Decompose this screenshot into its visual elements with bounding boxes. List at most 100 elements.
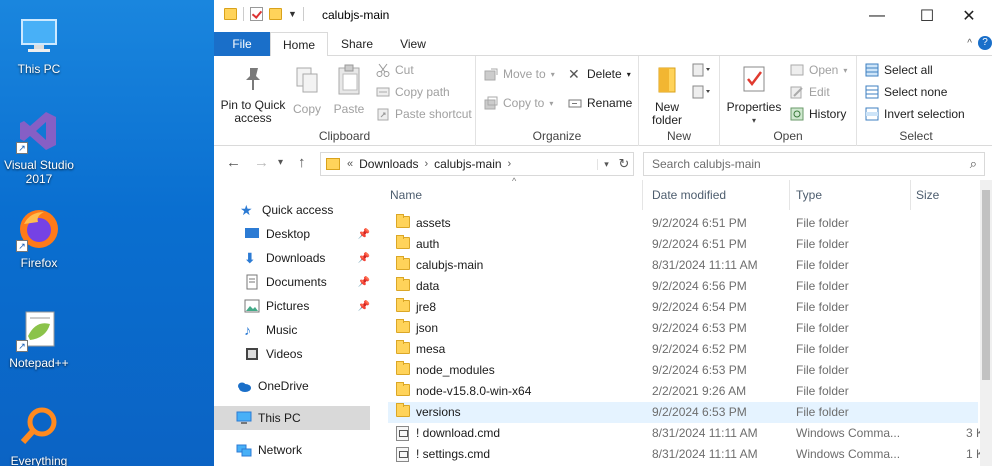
- help-icon[interactable]: ?: [978, 36, 992, 50]
- overflow-chevron[interactable]: «: [347, 158, 353, 170]
- file-row-folder[interactable]: jre8 9/2/2024 6:54 PM File folder: [388, 297, 978, 318]
- dropdown-arrow-icon: ▾: [550, 69, 555, 79]
- properties-check-icon[interactable]: [250, 7, 263, 21]
- file-row-cmd[interactable]: ! settings.cmd 8/31/2024 11:11 AM Windows …: [388, 444, 992, 465]
- recent-locations-chevron-icon[interactable]: ▾: [278, 157, 283, 168]
- file-row-folder[interactable]: json 9/2/2024 6:53 PM File folder: [388, 318, 978, 339]
- address-history-dropdown-icon[interactable]: ▾: [597, 158, 615, 170]
- copy-path-button[interactable]: Copy path: [376, 85, 450, 99]
- file-row-folder[interactable]: auth 9/2/2024 6:51 PM File folder: [388, 234, 978, 255]
- tab-file[interactable]: File: [214, 32, 270, 56]
- desktop-icon-this-pc[interactable]: This PC: [0, 12, 84, 76]
- file-date-modified: 9/2/2024 6:51 PM: [652, 237, 747, 251]
- tab-share[interactable]: Share: [334, 32, 380, 56]
- clipboard-group: Pin to Quick access Copy Paste Cut Copy …: [214, 56, 476, 146]
- nav-this-pc[interactable]: This PC: [214, 406, 370, 430]
- breadcrumb-separator-icon[interactable]: ›: [425, 158, 429, 170]
- nav-item-downloads[interactable]: ⬇ Downloads 📌: [244, 246, 370, 270]
- easy-access-button[interactable]: [691, 84, 713, 103]
- column-header-size[interactable]: Size: [916, 180, 939, 210]
- file-date-modified: 8/31/2024 11:11 AM: [652, 447, 758, 461]
- pin-to-quick-access-button[interactable]: Pin to Quick access: [218, 66, 288, 125]
- nav-item-desktop[interactable]: Desktop 📌: [244, 222, 370, 246]
- nav-item-pictures[interactable]: Pictures 📌: [244, 294, 370, 318]
- edit-button[interactable]: Edit: [790, 85, 830, 99]
- up-arrow-icon[interactable]: ↑: [298, 154, 306, 171]
- maximize-button[interactable]: ☐: [904, 0, 950, 32]
- breadcrumb-downloads[interactable]: Downloads: [359, 157, 418, 171]
- paste-shortcut-button[interactable]: Paste shortcut: [376, 107, 472, 121]
- rename-button[interactable]: Rename: [568, 96, 632, 110]
- documents-icon: [244, 274, 260, 290]
- delete-button[interactable]: ✕ Delete ▾: [568, 67, 631, 81]
- select-all-button[interactable]: Select all: [865, 63, 933, 77]
- scrollbar-thumb[interactable]: [982, 190, 990, 380]
- file-row-folder[interactable]: mesa 9/2/2024 6:52 PM File folder: [388, 339, 978, 360]
- file-date-modified: 9/2/2024 6:54 PM: [652, 300, 747, 314]
- history-button[interactable]: History: [790, 107, 846, 121]
- tab-view[interactable]: View: [390, 32, 436, 56]
- folder-icon: [224, 8, 237, 20]
- breadcrumb-separator-icon[interactable]: ›: [508, 158, 512, 170]
- nav-item-documents[interactable]: Documents 📌: [244, 270, 370, 294]
- navigation-pane: ★ Quick access Desktop 📌 ⬇ Downloads 📌 D…: [214, 180, 384, 466]
- desktop-icon-notepadpp[interactable]: ↗ Notepad++: [0, 306, 84, 370]
- vertical-scrollbar[interactable]: [980, 180, 992, 466]
- copy-to-button[interactable]: Copy to ▾: [484, 96, 553, 110]
- open-group: Properties ▾ Open ▾ Edit History Open: [720, 56, 857, 146]
- file-row-folder[interactable]: calubjs-main 8/31/2024 11:11 AM File folde…: [388, 255, 978, 276]
- pinned-icon: 📌: [357, 300, 370, 312]
- copy-button[interactable]: Copy: [290, 66, 324, 116]
- move-to-button[interactable]: Move to ▾: [484, 67, 555, 81]
- column-header-date[interactable]: Date modified: [652, 180, 726, 210]
- nav-onedrive[interactable]: OneDrive: [236, 374, 309, 398]
- nav-network[interactable]: Network: [236, 438, 302, 462]
- folder-icon: [396, 298, 410, 312]
- paste-button[interactable]: Paste: [330, 64, 368, 116]
- column-header-name[interactable]: Name: [390, 180, 422, 210]
- open-button[interactable]: Open ▾: [790, 63, 847, 77]
- address-bar[interactable]: « Downloads › calubjs-main › ▾ ↻: [320, 152, 634, 176]
- file-date-modified: 9/2/2024 6:53 PM: [652, 405, 747, 419]
- refresh-icon[interactable]: ↻: [615, 156, 633, 172]
- new-folder-icon[interactable]: [269, 8, 282, 20]
- cut-button[interactable]: Cut: [376, 63, 414, 77]
- nav-item-videos[interactable]: Videos: [244, 342, 302, 366]
- file-date-modified: 9/2/2024 6:51 PM: [652, 216, 747, 230]
- desktop-icon-label: This PC: [17, 62, 61, 76]
- customize-toolbar-dropdown-icon[interactable]: ▼: [288, 9, 297, 19]
- file-row-folder[interactable]: assets 9/2/2024 6:51 PM File folder: [388, 213, 978, 234]
- folder-icon: [396, 235, 410, 249]
- breadcrumb-calubjs-main[interactable]: calubjs-main: [434, 157, 501, 171]
- star-icon: ★: [240, 202, 253, 218]
- desktop-icon-everything[interactable]: Everything: [0, 404, 84, 466]
- dropdown-arrow-icon: ▾: [626, 69, 631, 79]
- videos-icon: [244, 346, 260, 362]
- nav-quick-access[interactable]: ★ Quick access: [240, 198, 333, 222]
- file-row-cmd[interactable]: ! download.cmd 8/31/2024 11:11 AM Windows …: [388, 423, 992, 444]
- new-item-button[interactable]: [691, 62, 713, 81]
- search-input[interactable]: Search calubjs-main ⌕: [643, 152, 985, 176]
- tab-home[interactable]: Home: [270, 32, 328, 57]
- desktop-icon-firefox[interactable]: ↗ Firefox: [0, 206, 84, 270]
- new-folder-button[interactable]: New folder: [645, 64, 689, 127]
- forward-arrow-icon[interactable]: →: [254, 154, 269, 171]
- expand-ribbon-chevron-icon[interactable]: ^: [967, 38, 972, 49]
- file-row-folder[interactable]: data 9/2/2024 6:56 PM File folder: [388, 276, 978, 297]
- file-row-folder[interactable]: versions 9/2/2024 6:53 PM File folder: [388, 402, 978, 423]
- pin-icon: [246, 68, 260, 90]
- file-date-modified: 2/2/2021 9:26 AM: [652, 384, 747, 398]
- file-row-folder[interactable]: node_modules 9/2/2024 6:53 PM File folder: [388, 360, 978, 381]
- select-none-button[interactable]: Select none: [865, 85, 947, 99]
- invert-selection-button[interactable]: Invert selection: [865, 107, 965, 121]
- back-arrow-icon[interactable]: ←: [226, 154, 241, 171]
- properties-button[interactable]: Properties ▾: [724, 64, 784, 127]
- minimize-button[interactable]: —: [854, 0, 900, 32]
- file-type: File folder: [796, 321, 849, 335]
- close-button[interactable]: ✕: [946, 0, 992, 32]
- file-row-folder[interactable]: node-v15.8.0-win-x64 2/2/2021 9:26 AM File…: [388, 381, 978, 402]
- desktop-icon-visual-studio[interactable]: ↗ Visual Studio 2017: [0, 108, 84, 186]
- column-header-type[interactable]: Type: [796, 180, 822, 210]
- desktop-icon-label: Visual Studio 2017: [4, 158, 74, 186]
- nav-item-music[interactable]: ♪ Music: [244, 318, 297, 342]
